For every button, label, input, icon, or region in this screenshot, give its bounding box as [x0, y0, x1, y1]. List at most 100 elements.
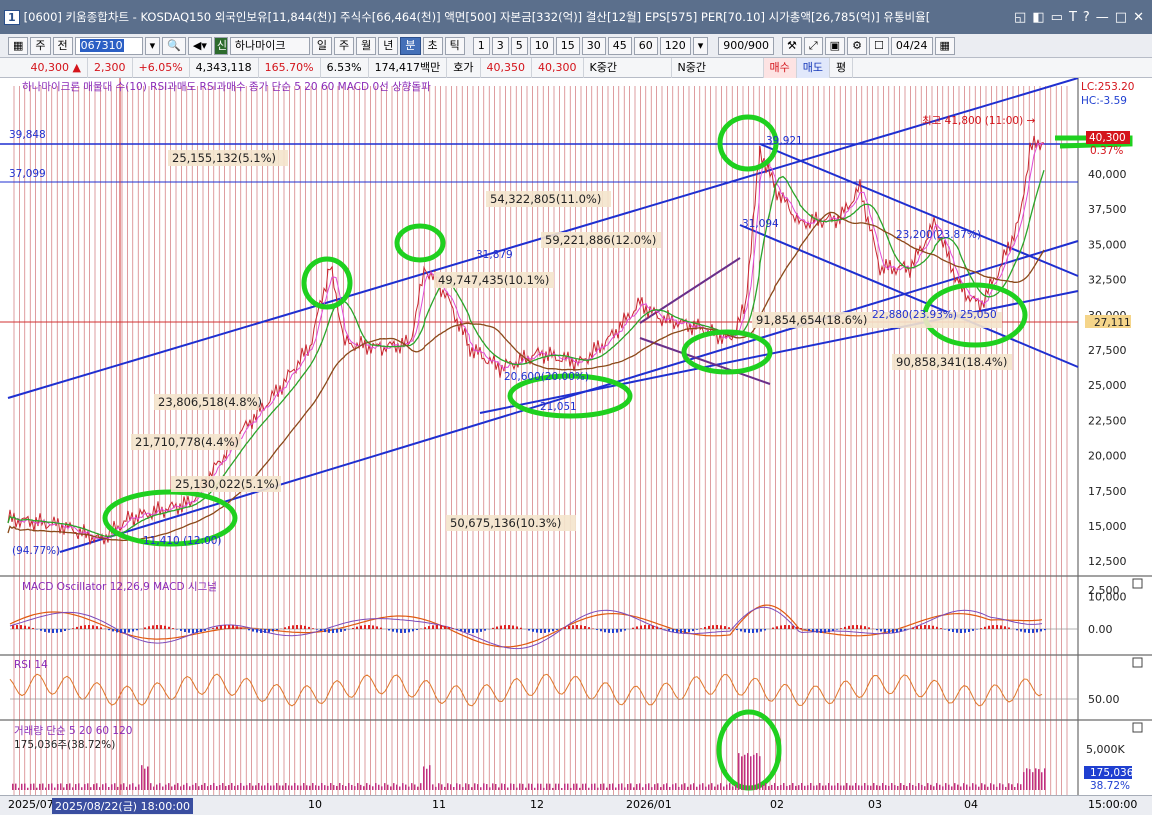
interval-5[interactable]: 5 — [510, 36, 528, 55]
tab-year[interactable]: 년 — [378, 36, 399, 55]
n-mid-label: N중간 — [672, 57, 764, 78]
window-number: 1 — [4, 9, 20, 25]
prev-button[interactable]: 전 — [52, 36, 73, 55]
interval-45[interactable]: 45 — [607, 36, 632, 55]
volume-legend: 거래량 단순 5 20 60 120 — [14, 725, 132, 737]
volume-profile-label: 91,854,654(18.6%) — [756, 313, 867, 327]
period-select[interactable]: 주 — [30, 36, 51, 55]
top-legend: 하나마이크론 매물대 수(10) RSI과매도 RSI과매수 종가 단순 5 2… — [22, 80, 431, 93]
date-axis: 2025/07 2025/08/22(금) 18:00:00 10 11 12 … — [0, 795, 1152, 815]
interval-10[interactable]: 10 — [529, 36, 554, 55]
volume-info: 175,036주(38.72%) — [14, 739, 115, 751]
volume-profile-label: 90,858,341(18.4%) — [896, 355, 1007, 369]
high-label: 최고 41,800 (11:00) → — [922, 115, 1036, 127]
window-title: [0600] 키움종합차트 - KOSDAQ150 외국인보유[11,844(천… — [23, 10, 931, 24]
speaker-icon[interactable]: ◀▾ — [187, 36, 212, 55]
price-annotation: 25,050 — [960, 309, 997, 321]
date-month-11: 11 — [432, 798, 446, 811]
date-month-04: 04 — [964, 798, 978, 811]
interval-3[interactable]: 3 — [491, 36, 509, 55]
price-tick: 22,500 — [1088, 414, 1127, 427]
company-name[interactable]: 하나마이크 — [229, 36, 310, 55]
search-icon[interactable]: 🔍 — [162, 36, 186, 55]
panel-icon[interactable]: ▭ — [1051, 10, 1063, 25]
new-badge: 신 — [213, 36, 228, 55]
buy-button[interactable]: 매수 — [763, 57, 797, 78]
price-tick: 35,000 — [1088, 238, 1127, 251]
tab-month[interactable]: 월 — [356, 36, 377, 55]
interval-60[interactable]: 60 — [633, 36, 658, 55]
volume-profile-label: 59,221,886(12.0%) — [545, 233, 656, 247]
save-icon[interactable]: ▣ — [824, 36, 846, 55]
date-month-03: 03 — [868, 798, 882, 811]
tab-tick[interactable]: 틱 — [444, 36, 465, 55]
volume-tick-5000k: 5,000K — [1086, 743, 1125, 756]
volume-profile-label: 23,806,518(4.8%) — [158, 395, 262, 409]
volume-tag: 175,036 — [1090, 767, 1134, 779]
stock-code-input[interactable]: 067310 — [74, 36, 143, 55]
volume-profile-label: 49,747,435(10.1%) — [438, 273, 549, 287]
tab-minute[interactable]: 분 — [400, 36, 421, 55]
price-annotation: 22,880(23.93%) — [872, 309, 957, 321]
macd-tick-2500: 2,500 — [1088, 584, 1120, 597]
maximize-icon[interactable]: □ — [1115, 10, 1127, 25]
interval-dropdown-icon[interactable]: ▾ — [692, 36, 709, 55]
k-mid-label: K중간 — [584, 57, 672, 78]
average-button[interactable]: 평 — [830, 57, 854, 78]
price-tick: 12,500 — [1088, 555, 1127, 568]
drawing-tools-icon[interactable]: ⚒ — [781, 36, 802, 55]
settings-icon[interactable]: ⚙ — [847, 36, 867, 55]
rsi-close-icon[interactable] — [1132, 657, 1143, 668]
volume-close-icon[interactable] — [1132, 722, 1143, 733]
rsi-legend: RSI 14 — [14, 659, 48, 671]
price-tick: 25,000 — [1088, 379, 1127, 392]
interval-select[interactable]: 120 — [659, 36, 691, 55]
dropdown-icon[interactable]: ▾ — [144, 36, 161, 55]
font-icon[interactable]: T — [1069, 10, 1077, 25]
volume-profile-label: 25,155,132(5.1%) — [172, 151, 276, 165]
date-cursor: 2025/08/22(금) 18:00:00 — [52, 798, 194, 814]
interval-1[interactable]: 1 — [472, 36, 490, 55]
tab-day[interactable]: 일 — [311, 36, 332, 55]
ask-label: 호가 — [447, 57, 481, 78]
compare-icon[interactable]: ⤢ — [803, 36, 823, 55]
help-icon[interactable]: ? — [1083, 10, 1090, 25]
turnover-rate: 6.53% — [321, 57, 369, 78]
date-input[interactable]: 04/24 — [890, 36, 933, 55]
price-tick: 40,000 — [1088, 168, 1127, 181]
grid-icon[interactable]: ▦ — [8, 36, 29, 55]
macd-close-icon[interactable] — [1132, 578, 1143, 589]
volume-profile-label: 50,675,136(10.3%) — [450, 516, 561, 530]
chart-toolbar: ▦ 주 전 067310 ▾ 🔍 ◀▾ 신 하나마이크 일 주 월 년 분 초 … — [0, 34, 1152, 58]
layout-icon[interactable]: ◱ — [1014, 10, 1026, 25]
hc-label: HC:-3.59 — [1081, 95, 1127, 107]
price-annotation: 23,200(23.87%) — [896, 229, 981, 241]
tab-week[interactable]: 주 — [334, 36, 355, 55]
date-time-right: 15:00:00 — [1088, 798, 1138, 811]
close-icon[interactable]: ✕ — [1133, 10, 1144, 25]
volume-ratio: 165.70% — [259, 57, 321, 78]
current-pct-tag: 0.37% — [1090, 145, 1123, 157]
tab-second[interactable]: 초 — [422, 36, 443, 55]
price-tick: 17,500 — [1088, 485, 1127, 498]
interval-15[interactable]: 15 — [555, 36, 580, 55]
top-left-value: 39,848 — [9, 129, 46, 141]
rsi-tick-50: 50.00 — [1088, 693, 1120, 706]
sell-button[interactable]: 매도 — [796, 57, 831, 78]
split-icon[interactable]: ◧ — [1032, 10, 1044, 25]
price-annotation: (94.77%) — [12, 545, 60, 557]
price-tick: 27,500 — [1088, 344, 1127, 357]
date-checkbox[interactable]: ☐ — [868, 36, 889, 55]
stock-chart[interactable]: 40,00037,50035,00032,50030,00027,50025,0… — [0, 78, 1152, 795]
volume-profile-label: 25,130,022(5.1%) — [175, 477, 279, 491]
minimize-icon[interactable]: — — [1096, 10, 1109, 25]
price-annotation: 39,921 — [766, 135, 803, 147]
price-annotation: 21,051 — [540, 401, 577, 413]
interval-30[interactable]: 30 — [581, 36, 606, 55]
calendar-icon[interactable]: ▦ — [934, 36, 955, 55]
date-month-01: 2026/01 — [626, 798, 672, 811]
quote-strip: 40,300 ▲ 2,300 +6.05% 4,343,118 165.70% … — [0, 57, 1152, 78]
count-input[interactable]: 900/900 — [718, 36, 774, 55]
price-tick: 37,500 — [1088, 203, 1127, 216]
chart-canvas[interactable]: 40,00037,50035,00032,50030,00027,50025,0… — [0, 78, 1152, 795]
